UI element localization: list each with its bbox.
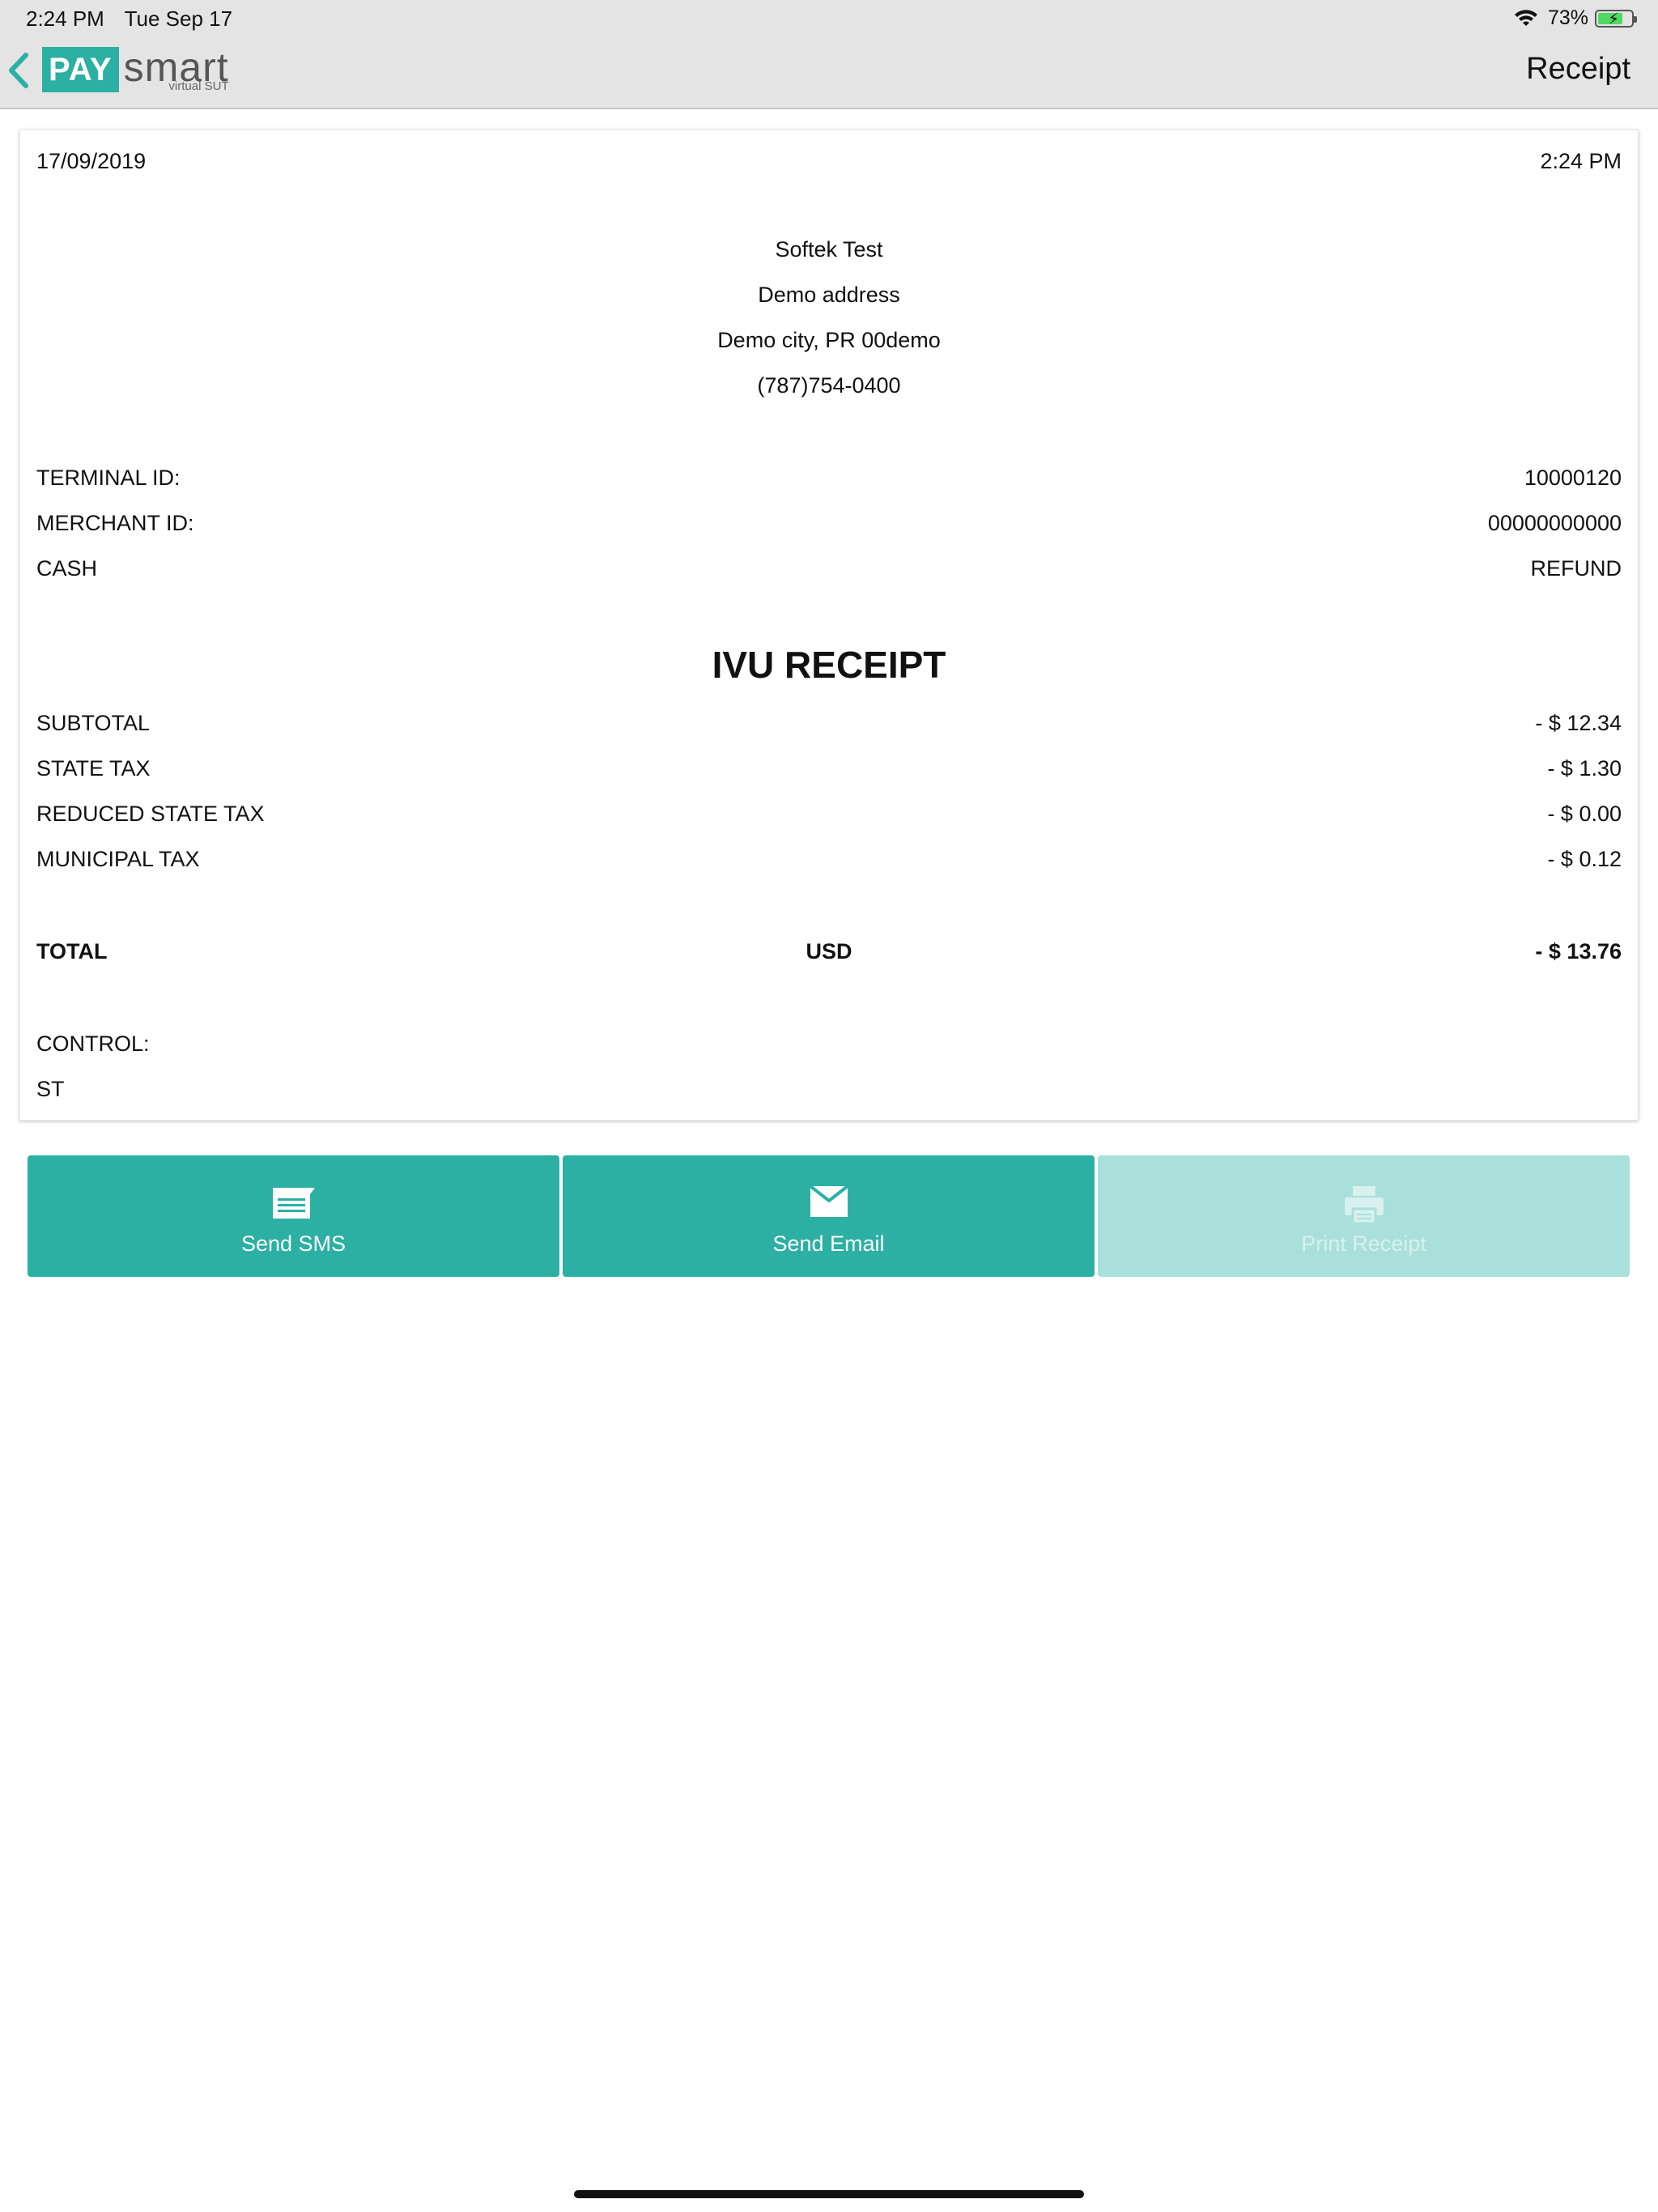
line-item-row: SUBTOTAL - $ 12.34: [36, 707, 1622, 739]
status-bar-left: 2:24 PM Tue Sep 17: [26, 6, 247, 32]
send-sms-button[interactable]: Send SMS: [28, 1155, 559, 1277]
line-item-row: MUNICIPAL TAX - $ 0.12: [36, 843, 1622, 875]
envelope-icon: [809, 1185, 848, 1217]
line-item-amount: - $ 1.30: [1547, 755, 1622, 781]
line-item-row: REDUCED STATE TAX - $ 0.00: [36, 798, 1622, 830]
status-date: Tue Sep 17: [124, 6, 233, 31]
receipt-card: 17/09/2019 2:24 PM Softek Test Demo addr…: [19, 130, 1639, 1121]
status-bar-right: 73% ⚡: [1514, 6, 1637, 30]
total-row: TOTAL USD - $ 13.76: [36, 935, 1622, 968]
merchant-id: 00000000000: [1487, 510, 1622, 535]
control-row: CONTROL:: [36, 1027, 1622, 1060]
send-email-button[interactable]: Send Email: [563, 1155, 1095, 1277]
line-item-label: REDUCED STATE TAX: [36, 801, 265, 826]
date-time-row: 17/09/2019 2:24 PM: [36, 145, 1622, 177]
payment-row: CASH REFUND: [36, 552, 1622, 585]
terminal-label: TERMINAL ID:: [36, 465, 181, 490]
line-item-label: STATE TAX: [36, 755, 151, 781]
control-label: CONTROL:: [36, 1031, 150, 1056]
send-sms-label: Send SMS: [240, 1231, 346, 1256]
status-time: 2:24 PM: [26, 6, 104, 31]
line-item-row: STATE TAX - $ 1.30: [36, 752, 1622, 785]
line-item-label: MUNICIPAL TAX: [36, 846, 200, 871]
battery-percent: 73%: [1547, 6, 1588, 29]
line-item-amount: - $ 12.34: [1535, 710, 1622, 735]
line-item-label: SUBTOTAL: [36, 710, 151, 735]
page-title: Receipt: [1526, 52, 1630, 86]
send-email-label: Send Email: [772, 1231, 885, 1256]
back-chevron-icon[interactable]: [6, 52, 39, 94]
total-currency: USD: [806, 938, 852, 963]
receipt-heading: IVU RECEIPT: [712, 644, 946, 686]
merchant-city: Demo city, PR 00demo: [717, 328, 941, 352]
payment-type: CASH: [36, 555, 98, 581]
merchant-id-row: MERCHANT ID: 00000000000: [36, 507, 1622, 539]
print-receipt-label: Print Receipt: [1301, 1231, 1426, 1256]
transaction-type: REFUND: [1530, 555, 1622, 581]
logo-subtitle: virtual SUT: [168, 79, 229, 93]
wifi-icon: [1514, 9, 1537, 26]
control-value-row: ST: [36, 1073, 1622, 1105]
paysmart-logo: PAY smart virtual SUT: [42, 47, 229, 93]
merchant-phone: (787)754-0400: [757, 373, 901, 398]
receipt-date: 17/09/2019: [36, 148, 147, 173]
receipt-time: 2:24 PM: [1540, 148, 1622, 173]
top-bar: 2:24 PM Tue Sep 17 73% ⚡ PAY smart virtu…: [0, 0, 1658, 109]
printer-icon: [1344, 1186, 1384, 1225]
home-indicator[interactable]: [574, 2190, 1084, 2198]
merchant-name: Softek Test: [775, 237, 883, 262]
battery-icon: ⚡: [1595, 9, 1637, 28]
terminal-row: TERMINAL ID: 10000120: [36, 462, 1622, 494]
line-item-amount: - $ 0.00: [1547, 801, 1622, 826]
print-receipt-button[interactable]: Print Receipt: [1098, 1155, 1630, 1277]
line-item-amount: - $ 0.12: [1547, 846, 1622, 871]
message-icon: [272, 1188, 315, 1219]
logo-pay: PAY: [42, 47, 119, 92]
merchant-id-label: MERCHANT ID:: [36, 510, 194, 535]
terminal-id: 10000120: [1524, 465, 1622, 490]
merchant-address: Demo address: [758, 283, 900, 307]
control-value: ST: [36, 1076, 65, 1101]
